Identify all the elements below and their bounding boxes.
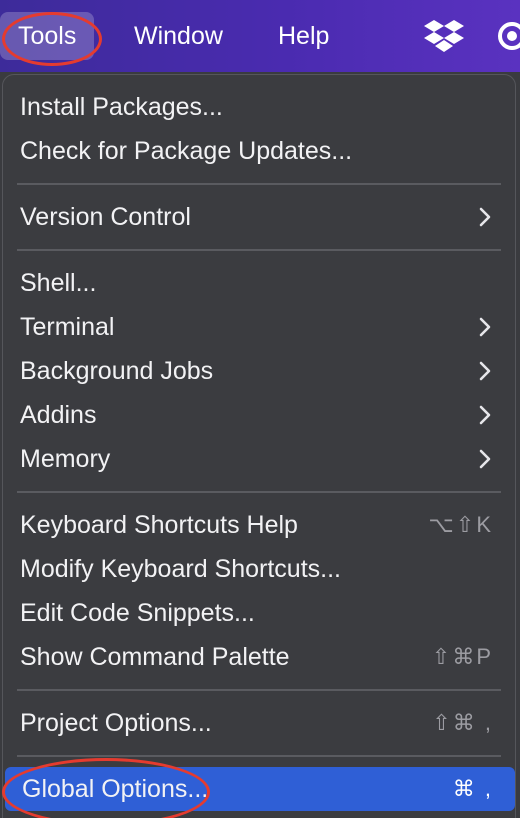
chevron-right-icon <box>475 393 495 437</box>
menu-separator <box>17 491 501 493</box>
tools-dropdown-menu: Install Packages... Check for Package Up… <box>2 74 516 818</box>
menu-item-global-options[interactable]: Global Options... ⌘ , <box>5 767 515 811</box>
menu-help[interactable]: Help <box>260 12 347 60</box>
menu-item-shortcut: ⌥⇧K <box>428 512 493 537</box>
menu-item-label: Global Options... <box>22 775 209 803</box>
menu-item-label: Project Options... <box>20 709 212 737</box>
chevron-right-icon <box>475 195 495 239</box>
menu-item-label: Check for Package Updates... <box>20 137 353 165</box>
menu-item-label: Edit Code Snippets... <box>20 599 255 627</box>
menu-item-keyboard-shortcuts-help[interactable]: Keyboard Shortcuts Help ⌥⇧K <box>3 503 515 547</box>
menu-item-memory[interactable]: Memory <box>3 437 515 481</box>
menu-item-label: Memory <box>20 445 111 473</box>
chevron-right-icon <box>475 305 495 349</box>
menu-item-modify-keyboard-shortcuts[interactable]: Modify Keyboard Shortcuts... <box>3 547 515 591</box>
menu-item-edit-code-snippets[interactable]: Edit Code Snippets... <box>3 591 515 635</box>
menu-item-label: Show Command Palette <box>20 643 290 671</box>
creative-cloud-icon[interactable] <box>492 18 520 54</box>
menu-item-label: Background Jobs <box>20 357 214 385</box>
menu-bar: Tools Window Help <box>0 0 520 72</box>
screen: Tools Window Help Install Packages... Ch… <box>0 0 520 818</box>
menu-item-shell[interactable]: Shell... <box>3 261 515 305</box>
menu-item-label: Version Control <box>20 203 191 231</box>
menu-item-project-options[interactable]: Project Options... ⇧⌘ , <box>3 701 515 745</box>
menu-separator <box>17 249 501 251</box>
menu-item-label: Addins <box>20 401 97 429</box>
menu-item-label: Keyboard Shortcuts Help <box>20 511 298 539</box>
menu-item-label: Modify Keyboard Shortcuts... <box>20 555 341 583</box>
menu-item-check-package-updates[interactable]: Check for Package Updates... <box>3 129 515 173</box>
menu-item-shortcut: ⇧⌘P <box>431 644 493 669</box>
dropbox-icon[interactable] <box>424 18 464 54</box>
menu-item-label: Terminal <box>20 313 115 341</box>
menu-item-label: Shell... <box>20 269 97 297</box>
menu-item-install-packages[interactable]: Install Packages... <box>3 85 515 129</box>
menu-item-version-control[interactable]: Version Control <box>3 195 515 239</box>
menu-item-addins[interactable]: Addins <box>3 393 515 437</box>
chevron-right-icon <box>475 349 495 393</box>
menu-separator <box>17 183 501 185</box>
menu-item-terminal[interactable]: Terminal <box>3 305 515 349</box>
menu-item-shortcut: ⌘ , <box>452 776 493 801</box>
menu-separator <box>17 755 501 757</box>
menu-item-shortcut: ⇧⌘ , <box>432 710 493 735</box>
menu-tools[interactable]: Tools <box>0 12 95 60</box>
menu-item-background-jobs[interactable]: Background Jobs <box>3 349 515 393</box>
chevron-right-icon <box>475 437 495 481</box>
menu-window[interactable]: Window <box>116 12 241 60</box>
menu-separator <box>17 689 501 691</box>
menu-item-show-command-palette[interactable]: Show Command Palette ⇧⌘P <box>3 635 515 679</box>
menu-item-label: Install Packages... <box>20 93 223 121</box>
